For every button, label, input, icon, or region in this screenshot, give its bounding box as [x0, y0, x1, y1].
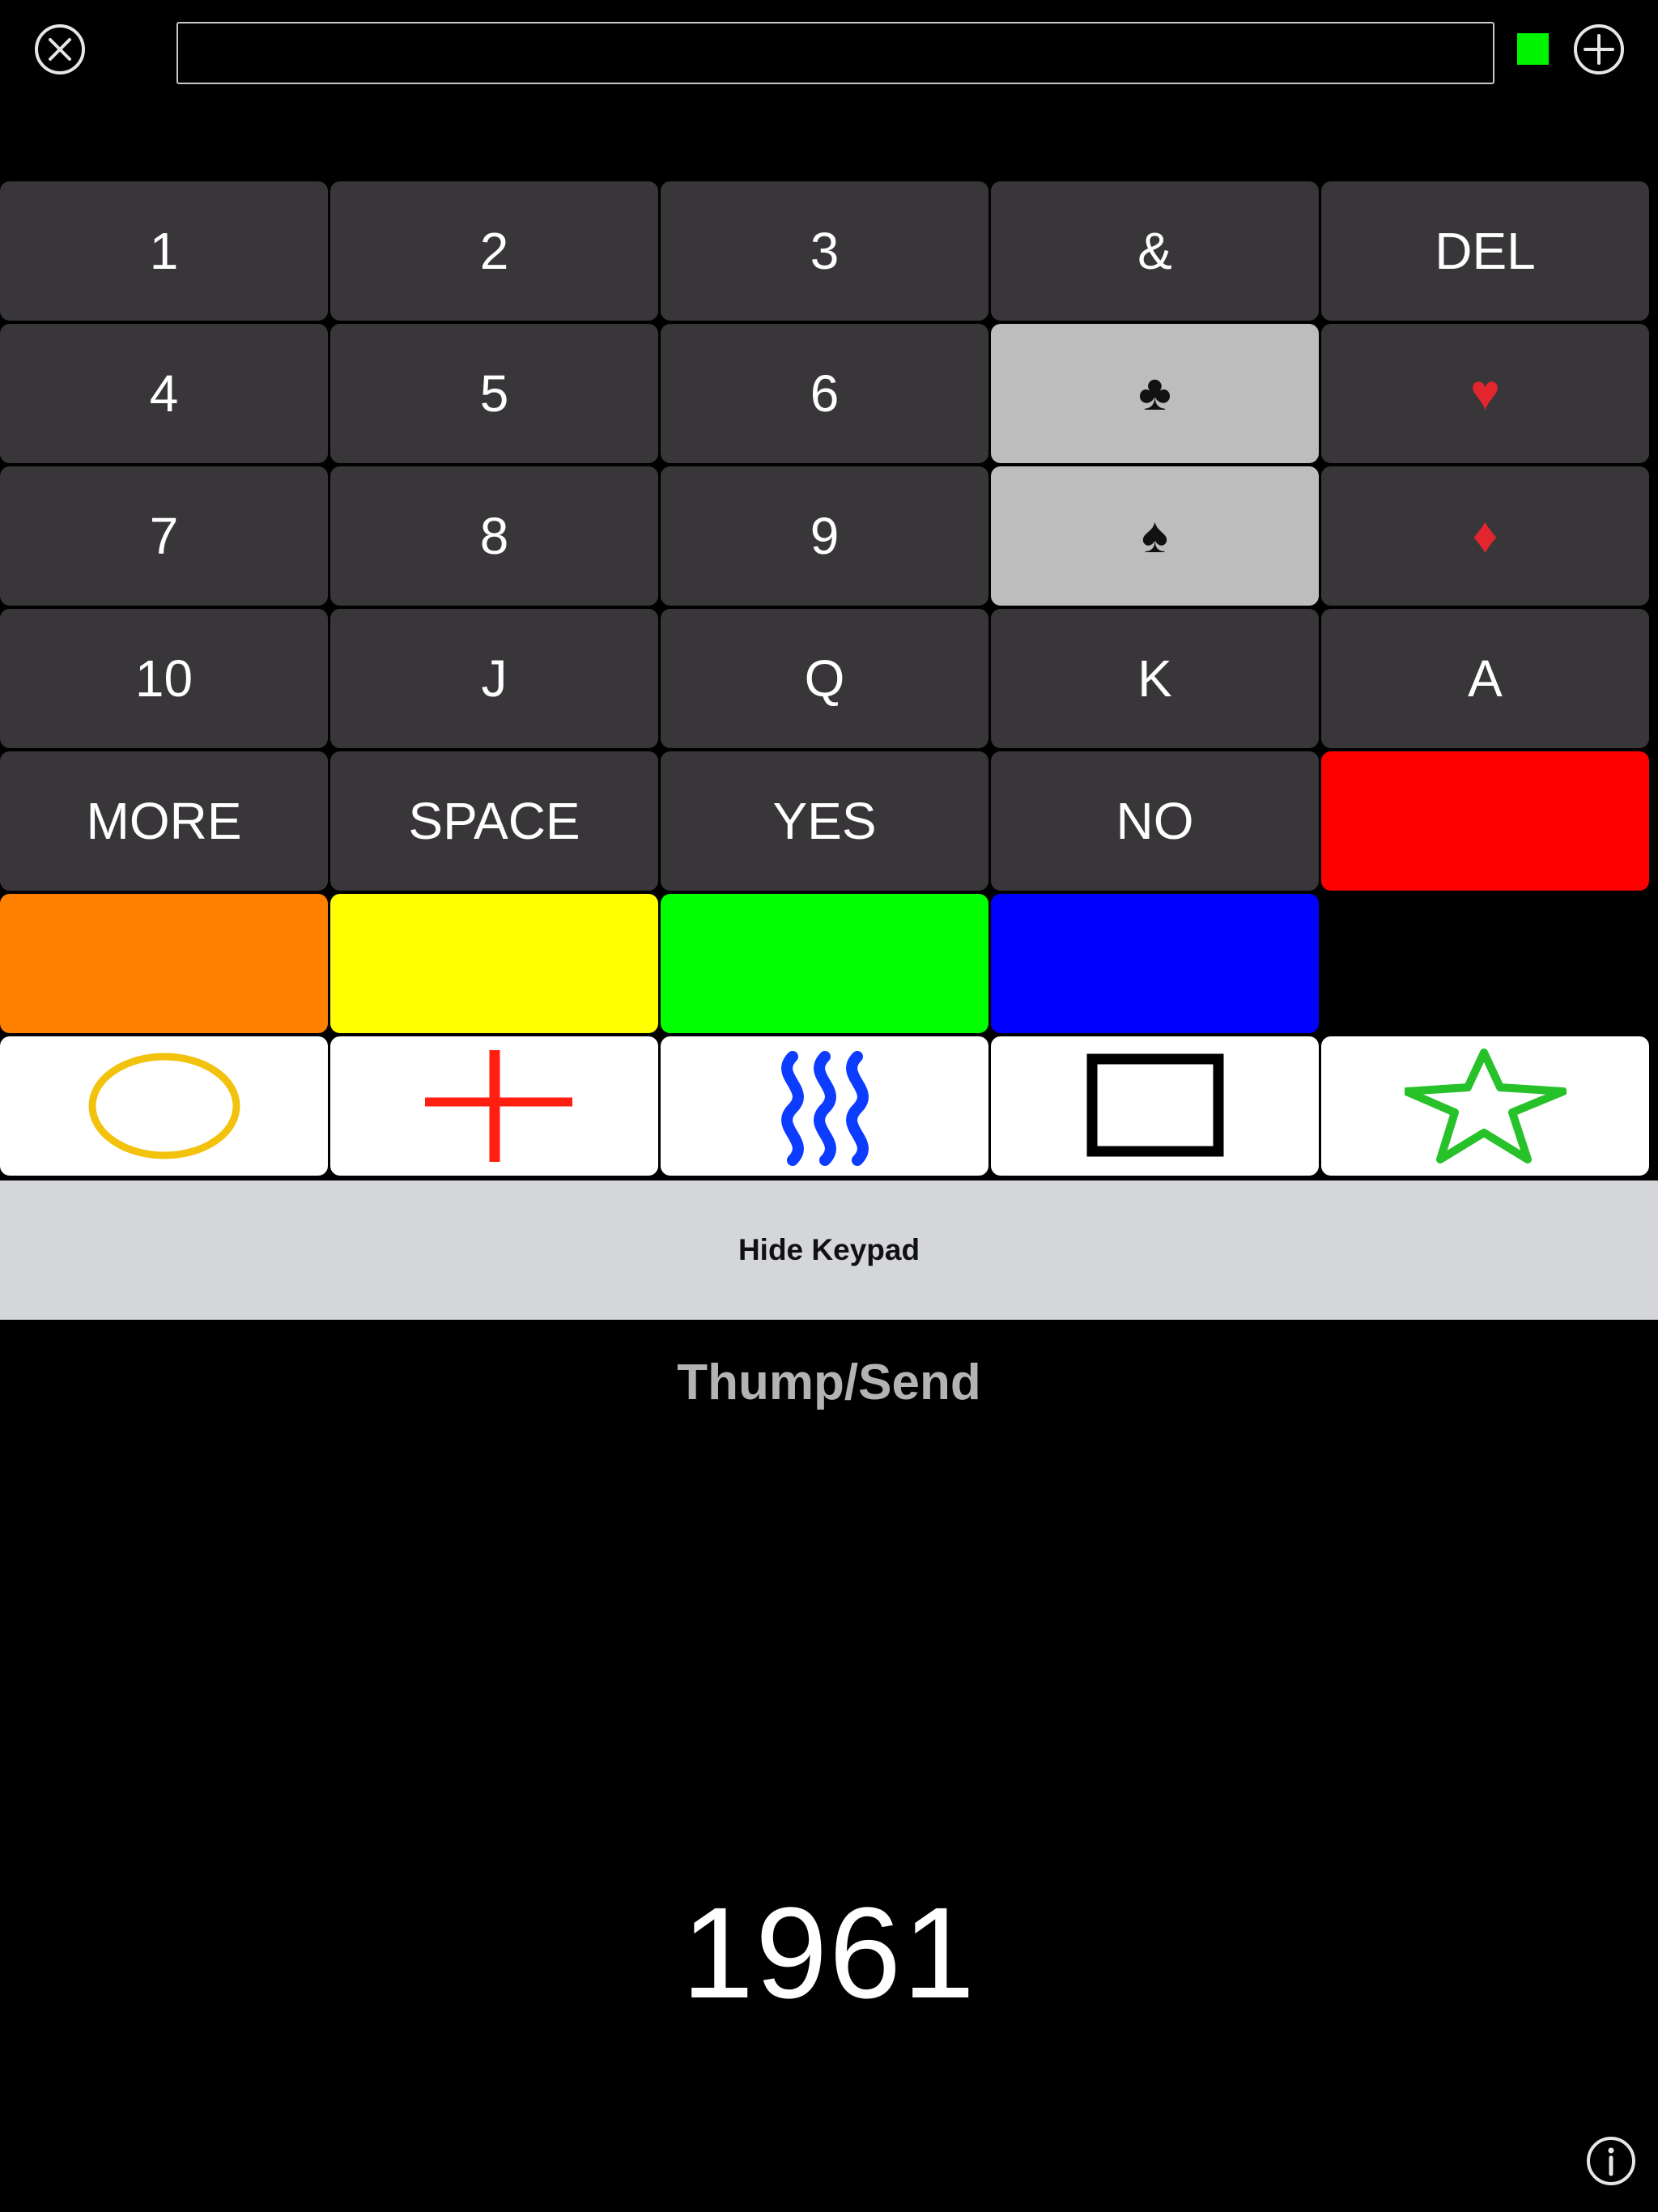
- key-hearts[interactable]: ♥: [1321, 324, 1649, 463]
- key-8[interactable]: 8: [330, 466, 658, 606]
- circle-icon: [88, 1053, 240, 1159]
- add-circle-icon: [1574, 24, 1624, 74]
- key-color-green[interactable]: [661, 894, 988, 1033]
- key-1[interactable]: 1: [0, 181, 328, 321]
- diamonds-icon: ♦: [1472, 508, 1499, 564]
- info-circle-icon: [1587, 2137, 1635, 2185]
- key-king[interactable]: K: [991, 609, 1319, 748]
- key-symbol-circle[interactable]: [0, 1036, 328, 1176]
- key-queen[interactable]: Q: [661, 609, 988, 748]
- key-color-blue[interactable]: [991, 894, 1319, 1033]
- key-diamonds[interactable]: ♦: [1321, 466, 1649, 606]
- clubs-icon: ♣: [1138, 365, 1171, 421]
- key-9[interactable]: 9: [661, 466, 988, 606]
- display-number: 1961: [682, 1880, 976, 2025]
- key-7[interactable]: 7: [0, 466, 328, 606]
- key-10[interactable]: 10: [0, 609, 328, 748]
- key-no[interactable]: NO: [991, 751, 1319, 891]
- close-circle-icon: [35, 24, 85, 74]
- key-space[interactable]: SPACE: [330, 751, 658, 891]
- key-symbol-waves[interactable]: [661, 1036, 988, 1176]
- key-clubs[interactable]: ♣: [991, 324, 1319, 463]
- key-jack[interactable]: J: [330, 609, 658, 748]
- cross-icon: [424, 1050, 572, 1162]
- message-input[interactable]: [176, 22, 1494, 84]
- key-symbol-star[interactable]: [1321, 1036, 1649, 1176]
- info-button[interactable]: [1585, 2135, 1637, 2187]
- square-icon: [1086, 1053, 1223, 1157]
- add-button[interactable]: [1572, 23, 1626, 76]
- key-spades[interactable]: ♠: [991, 466, 1319, 606]
- key-color-orange[interactable]: [0, 894, 328, 1033]
- key-2[interactable]: 2: [330, 181, 658, 321]
- keypad: 1 2 3 & DEL 4 5 6 ♣ ♥ 7 8 9 ♠ ♦ 10 J Q K…: [0, 181, 1658, 1177]
- key-color-red[interactable]: [1321, 751, 1649, 891]
- waves-icon: [780, 1051, 869, 1166]
- key-symbol-cross[interactable]: [330, 1036, 658, 1176]
- close-button[interactable]: [33, 23, 87, 76]
- thump-send-button[interactable]: Thump/Send: [0, 1354, 1658, 1411]
- key-yes[interactable]: YES: [661, 751, 988, 891]
- key-ampersand[interactable]: &: [991, 181, 1319, 321]
- key-4[interactable]: 4: [0, 324, 328, 463]
- key-color-yellow[interactable]: [330, 894, 658, 1033]
- hide-keypad-button[interactable]: Hide Keypad: [0, 1180, 1658, 1320]
- key-5[interactable]: 5: [330, 324, 658, 463]
- key-6[interactable]: 6: [661, 324, 988, 463]
- hearts-icon: ♥: [1470, 365, 1500, 421]
- key-3[interactable]: 3: [661, 181, 988, 321]
- status-indicator: [1517, 33, 1549, 65]
- key-symbol-square[interactable]: [991, 1036, 1319, 1176]
- star-icon: [1404, 1049, 1567, 1163]
- key-delete[interactable]: DEL: [1321, 181, 1649, 321]
- key-more[interactable]: MORE: [0, 751, 328, 891]
- key-ace[interactable]: A: [1321, 609, 1649, 748]
- spades-icon: ♠: [1141, 508, 1168, 564]
